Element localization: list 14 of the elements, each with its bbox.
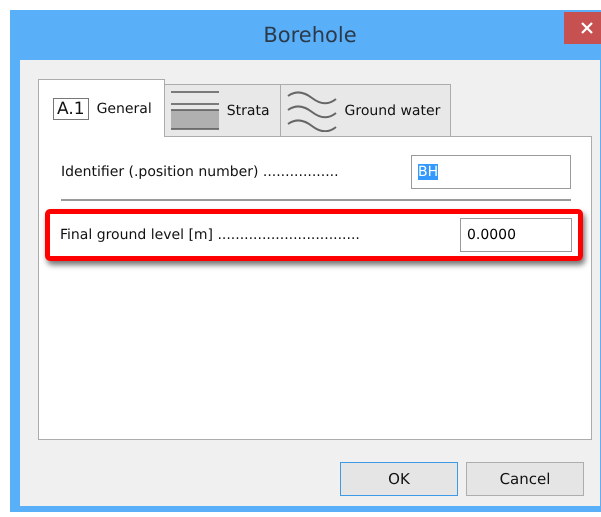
close-button[interactable] <box>564 12 601 44</box>
close-icon <box>581 22 593 34</box>
field-label: Final ground level [m] ................................ <box>60 227 360 243</box>
window-title: Borehole <box>263 23 357 47</box>
waves-icon <box>286 90 337 132</box>
layers-icon <box>170 90 219 130</box>
code-icon: A.1 <box>53 98 89 120</box>
cancel-button[interactable]: Cancel <box>466 462 584 496</box>
tab[interactable]: A.1 General <box>38 79 165 137</box>
tab[interactable]: Strata <box>164 84 281 136</box>
ok-button[interactable]: OK <box>340 462 458 496</box>
tab[interactable]: Ground water <box>280 84 452 136</box>
input-field[interactable]: 0.0000 <box>460 218 572 252</box>
field-label: Identifier (.position number) ................. <box>61 164 339 180</box>
